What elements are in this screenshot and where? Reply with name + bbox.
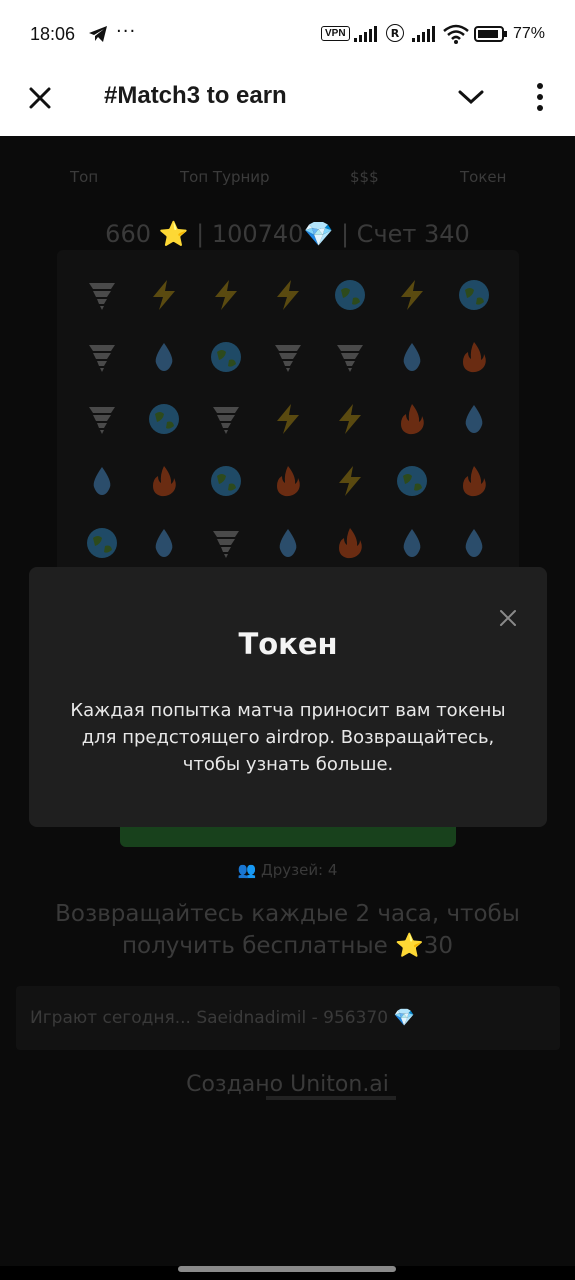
- status-time: 18:06: [30, 24, 76, 44]
- battery-percent: 77%: [513, 25, 546, 42]
- drop-icon[interactable]: [257, 512, 319, 574]
- tornado-icon[interactable]: [195, 512, 257, 574]
- drop-icon[interactable]: [133, 326, 195, 388]
- tab-top[interactable]: Топ: [70, 168, 98, 186]
- globe-icon[interactable]: [443, 264, 505, 326]
- drop-icon[interactable]: [443, 388, 505, 450]
- drop-icon[interactable]: [133, 512, 195, 574]
- globe-icon[interactable]: [71, 512, 133, 574]
- token-modal: Токен Каждая попытка матча приносит вам …: [29, 567, 547, 827]
- close-icon[interactable]: [26, 84, 54, 112]
- close-icon[interactable]: [499, 609, 517, 627]
- tab-money[interactable]: $$$: [350, 168, 379, 186]
- globe-icon[interactable]: [195, 450, 257, 512]
- bolt-icon[interactable]: [195, 264, 257, 326]
- bolt-icon[interactable]: [257, 388, 319, 450]
- friends-count: 👥 Друзей: 4: [237, 861, 338, 879]
- globe-icon[interactable]: [381, 450, 443, 512]
- tabs: Топ Топ Турнир $$$ Токен: [0, 168, 575, 192]
- comeback-message: Возвращайтесь каждые 2 часа, чтобы получ…: [55, 901, 520, 959]
- drop-icon[interactable]: [443, 512, 505, 574]
- signal-icon: [354, 26, 377, 42]
- status-overflow: ···: [116, 21, 137, 42]
- created-underline: [266, 1096, 396, 1100]
- tab-tournament[interactable]: Топ Турнир: [180, 168, 270, 186]
- fire-icon[interactable]: [257, 450, 319, 512]
- app-title: #Match3 to earn: [104, 82, 287, 109]
- chevron-down-icon[interactable]: [458, 86, 484, 108]
- globe-icon[interactable]: [133, 388, 195, 450]
- roaming-icon: R: [386, 24, 404, 42]
- fire-icon[interactable]: [443, 326, 505, 388]
- fire-icon[interactable]: [133, 450, 195, 512]
- drop-icon[interactable]: [381, 512, 443, 574]
- battery-icon: [474, 26, 507, 42]
- modal-body: Каждая попытка матча приносит вам токены…: [70, 700, 506, 775]
- fire-icon[interactable]: [443, 450, 505, 512]
- tornado-icon[interactable]: [71, 264, 133, 326]
- score-line: 660 ⭐ | 100740💎 | Счет 340: [105, 220, 470, 248]
- tab-token[interactable]: Токен: [460, 168, 506, 186]
- tornado-icon[interactable]: [257, 326, 319, 388]
- tornado-icon[interactable]: [195, 388, 257, 450]
- status-bar: 18:06 ··· VPN R 77%: [0, 0, 575, 70]
- today-ticker: Играют сегодня... Saeidnadimil - 956370 …: [16, 986, 560, 1050]
- bolt-icon[interactable]: [381, 264, 443, 326]
- bolt-icon[interactable]: [319, 450, 381, 512]
- bolt-icon[interactable]: [133, 264, 195, 326]
- signal-icon-2: [412, 26, 435, 42]
- modal-title: Токен: [238, 627, 338, 661]
- tornado-icon[interactable]: [319, 326, 381, 388]
- wifi-icon: [443, 24, 469, 44]
- home-indicator[interactable]: [178, 1266, 396, 1272]
- drop-icon[interactable]: [381, 326, 443, 388]
- tornado-icon[interactable]: [71, 388, 133, 450]
- bolt-icon[interactable]: [319, 388, 381, 450]
- fire-icon[interactable]: [381, 388, 443, 450]
- ticker-text: Играют сегодня... Saeidnadimil - 956370 …: [30, 1008, 415, 1028]
- globe-icon[interactable]: [195, 326, 257, 388]
- tornado-icon[interactable]: [71, 326, 133, 388]
- bolt-icon[interactable]: [257, 264, 319, 326]
- telegram-icon: [89, 26, 107, 42]
- fire-icon[interactable]: [319, 512, 381, 574]
- vpn-badge: VPN: [321, 26, 350, 41]
- drop-icon[interactable]: [71, 450, 133, 512]
- app-bar: #Match3 to earn: [0, 70, 575, 136]
- more-menu-icon[interactable]: [534, 82, 546, 112]
- created-by[interactable]: Создано Uniton.ai: [0, 1072, 575, 1097]
- globe-icon[interactable]: [319, 264, 381, 326]
